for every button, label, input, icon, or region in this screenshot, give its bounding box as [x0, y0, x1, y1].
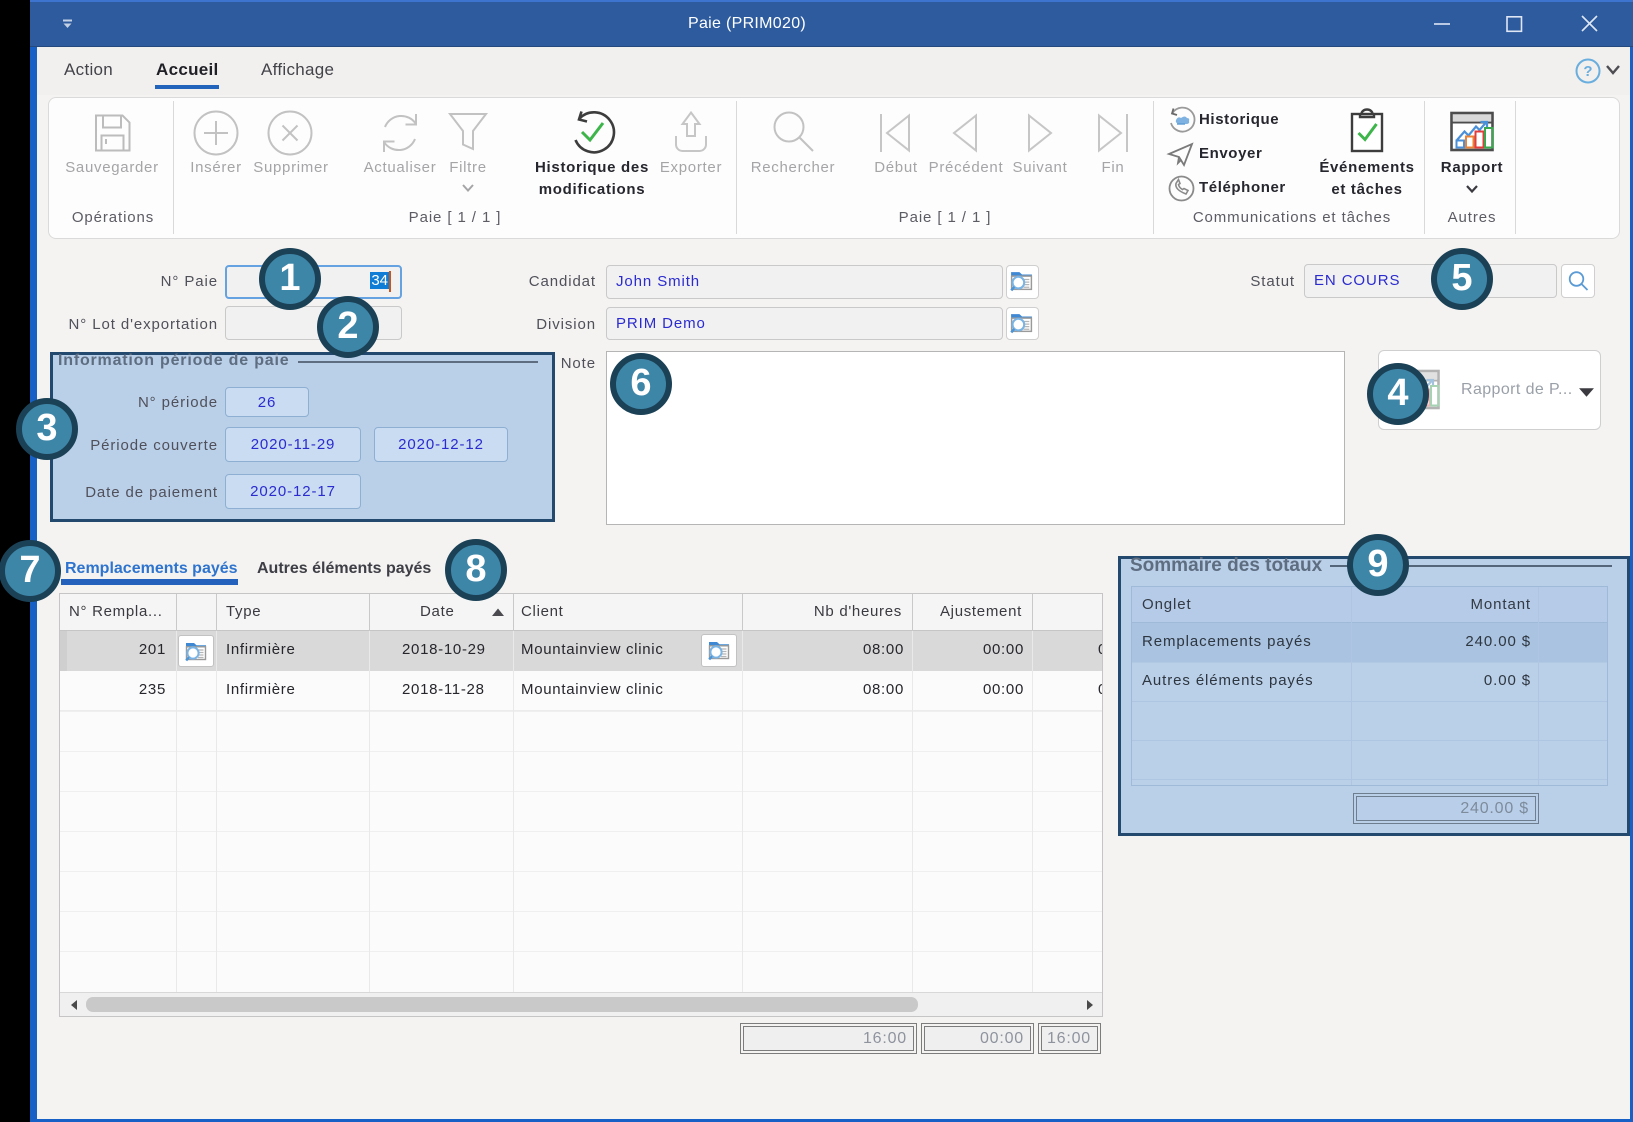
svg-text:?: ?: [1583, 63, 1592, 80]
